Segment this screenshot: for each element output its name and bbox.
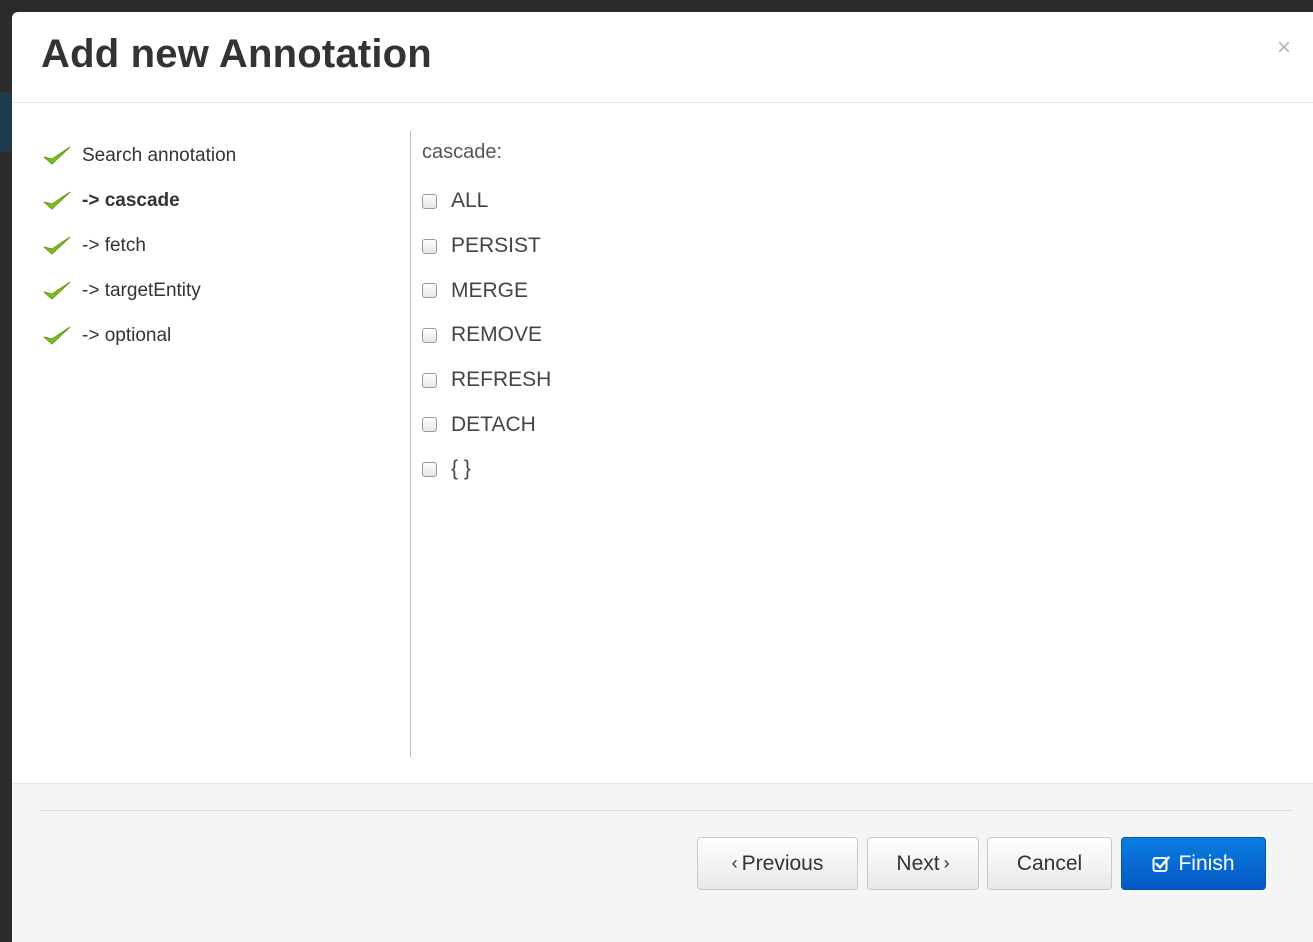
- option-label: { }: [451, 457, 471, 481]
- option-remove[interactable]: REMOVE: [422, 313, 922, 358]
- check-icon: [42, 143, 74, 169]
- cancel-label: Cancel: [1016, 851, 1083, 875]
- checkbox[interactable]: [422, 238, 437, 254]
- step-label: -> targetEntity: [82, 279, 201, 301]
- dialog-header: Add new Annotation ×: [12, 12, 1313, 103]
- option-detach[interactable]: DETACH: [422, 402, 922, 447]
- check-square-icon: [1152, 855, 1171, 873]
- step-label: Search annotation: [82, 144, 237, 166]
- dialog-body: Search annotation -> cascade -> fetch ->…: [12, 103, 1313, 783]
- step-fetch[interactable]: -> fetch: [42, 223, 402, 268]
- step-optional[interactable]: -> optional: [42, 313, 402, 358]
- option-all[interactable]: ALL: [422, 179, 922, 224]
- previous-label: Previous: [741, 851, 824, 875]
- option-label: ALL: [451, 189, 489, 213]
- wizard-steps: Search annotation -> cascade -> fetch ->…: [42, 133, 402, 358]
- checkbox[interactable]: [422, 461, 437, 477]
- cancel-button[interactable]: Cancel: [987, 837, 1112, 890]
- backdrop: [0, 92, 12, 152]
- checkbox[interactable]: [422, 283, 437, 299]
- step-label: -> fetch: [82, 234, 146, 256]
- add-annotation-dialog: Add new Annotation × Search annotation -…: [12, 12, 1313, 942]
- check-icon: [42, 278, 74, 304]
- option-label: REMOVE: [451, 323, 543, 347]
- option-label: PERSIST: [451, 234, 541, 258]
- finish-label: Finish: [1178, 851, 1235, 875]
- option-label: REFRESH: [451, 368, 552, 392]
- option-label: MERGE: [451, 278, 529, 302]
- option-refresh[interactable]: REFRESH: [422, 358, 922, 403]
- finish-button[interactable]: Finish: [1121, 837, 1266, 890]
- cascade-options: cascade: ALL PERSIST MERGE REMOVE REFRES…: [422, 137, 922, 492]
- option-label: DETACH: [451, 412, 536, 436]
- vertical-divider: [410, 131, 411, 757]
- step-cascade[interactable]: -> cascade: [42, 178, 402, 223]
- check-icon: [42, 188, 74, 214]
- option-merge[interactable]: MERGE: [422, 268, 922, 313]
- step-search-annotation[interactable]: Search annotation: [42, 133, 402, 178]
- next-button[interactable]: Next ›: [867, 837, 979, 890]
- checkbox[interactable]: [422, 372, 437, 388]
- checkbox[interactable]: [422, 327, 437, 343]
- cascade-label: cascade:: [422, 141, 503, 163]
- chevron-right-icon: ›: [943, 853, 950, 873]
- next-label: Next: [896, 851, 940, 875]
- check-icon: [42, 233, 74, 259]
- option-persist[interactable]: PERSIST: [422, 224, 922, 269]
- step-label: -> cascade: [82, 189, 180, 211]
- checkbox[interactable]: [422, 193, 437, 209]
- dialog-footer: ‹ Previous Next › Cancel Finish: [12, 783, 1313, 942]
- footer-divider: [40, 810, 1293, 811]
- step-target-entity[interactable]: -> targetEntity: [42, 268, 402, 313]
- step-label: -> optional: [82, 324, 172, 346]
- dialog-title: Add new Annotation: [41, 32, 432, 76]
- checkbox[interactable]: [422, 417, 437, 433]
- chevron-left-icon: ‹: [731, 853, 738, 873]
- previous-button[interactable]: ‹ Previous: [697, 837, 858, 890]
- close-button[interactable]: ×: [1277, 36, 1291, 60]
- check-icon: [42, 323, 74, 349]
- option-empty-array[interactable]: { }: [422, 447, 922, 492]
